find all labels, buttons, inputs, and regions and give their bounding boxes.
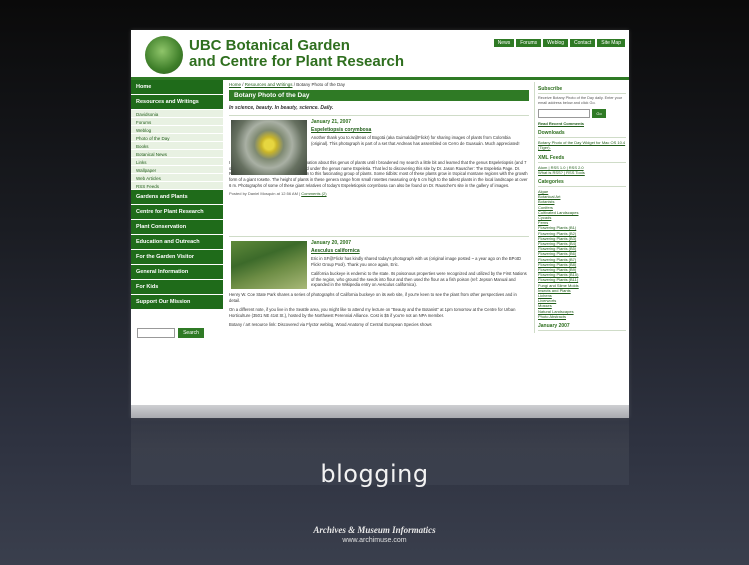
page-title: Botany Photo of the Day — [229, 90, 529, 101]
site-title-line1: UBC Botanical Garden — [189, 37, 350, 54]
top-nav: News Forums Weblog Contact Site Map — [493, 39, 625, 47]
nav-section[interactable]: Centre for Plant Research — [131, 205, 223, 219]
post-meta-text: Posted by Daniel Mosquin at 12:56 AM | — [229, 191, 301, 197]
breadcrumb: Home / Resources and Writings / Botany P… — [229, 82, 346, 87]
post-title-link[interactable]: Espeletiopsis corymbosa — [311, 127, 529, 133]
nav-section[interactable]: Support Our Mission — [131, 295, 223, 309]
blog-post: January 21, 2007 Espeletiopsis corymbosa… — [229, 115, 529, 231]
site-title-line2: and Centre for Plant Research — [189, 53, 405, 70]
post-paragraph: On a different note, if you live in the … — [229, 307, 516, 318]
nav-sub-item[interactable]: Botanical News — [131, 150, 223, 158]
nav-resources[interactable]: Resources and Writings — [131, 95, 223, 109]
blog-post: January 20, 2007 Aesculus californica Er… — [229, 236, 529, 328]
go-button[interactable]: Go — [592, 109, 606, 118]
nav-sub-item[interactable]: Books — [131, 142, 223, 150]
nav-sub-item[interactable]: Weblog — [131, 126, 223, 134]
slide-caption: blogging — [320, 460, 429, 488]
website-screenshot: UBC Botanical Garden and Centre for Plan… — [131, 30, 629, 418]
nav-section[interactable]: Plant Conservation — [131, 220, 223, 234]
topnav-forums[interactable]: Forums — [516, 39, 542, 47]
left-nav: Home Resources and Writings Davidsonia F… — [131, 80, 223, 310]
downloads-heading: Downloads — [538, 130, 626, 139]
category-link[interactable]: Photo Abstracts — [538, 314, 626, 319]
post-paragraph: Another thank you to Andreas of Bogotá (… — [311, 135, 520, 146]
topnav-contact[interactable]: Contact — [570, 39, 596, 47]
post-paragraph: Henry W. Coe State Park shares a series … — [229, 291, 517, 303]
post-paragraph: California buckeye is endemic to the sta… — [311, 271, 527, 288]
topnav-news[interactable]: News — [493, 39, 515, 47]
breadcrumb-current: Botany Photo of the Day — [296, 82, 346, 87]
main-content: Home / Resources and Writings / Botany P… — [229, 82, 529, 333]
widget-download-link[interactable]: Botany Photo of the Day Widget for Mac O… — [538, 140, 626, 150]
nav-sub-item[interactable]: Photo of the Day — [131, 134, 223, 142]
site-title: UBC Botanical Garden and Centre for Plan… — [189, 38, 404, 70]
nav-section[interactable]: Gardens and Plants — [131, 190, 223, 204]
post-meta: Posted by Daniel Mosquin at 12:56 AM | C… — [229, 191, 529, 196]
rss-info-link[interactable]: What is RSS? | RSS Tools — [538, 170, 626, 175]
nav-section[interactable]: Education and Outreach — [131, 235, 223, 249]
breadcrumb-section[interactable]: Resources and Writings — [245, 82, 293, 87]
site-header: UBC Botanical Garden and Centre for Plan… — [131, 30, 629, 80]
topnav-weblog[interactable]: Weblog — [543, 39, 569, 47]
left-search-button[interactable]: Search — [178, 328, 204, 338]
post-title-link[interactable]: Aesculus californica — [311, 248, 529, 254]
subscribe-email-input[interactable] — [538, 109, 590, 118]
nav-section[interactable]: For the Garden Visitor — [131, 250, 223, 264]
left-search-input[interactable] — [137, 328, 175, 338]
tagline: In science, beauty. In beauty, science. … — [229, 105, 334, 111]
post-photo-aesculus[interactable] — [231, 241, 307, 289]
post-paragraph: Eric in SF@Flickr has kindly shared toda… — [311, 256, 521, 267]
post-date: January 21, 2007 — [311, 119, 352, 125]
nav-sub-item[interactable]: Davidsonia — [131, 110, 223, 118]
xml-feeds-heading: XML Feeds — [538, 155, 626, 163]
nav-home[interactable]: Home — [131, 80, 223, 94]
nav-sub-item[interactable]: Wallpaper — [131, 166, 223, 174]
nav-sub-item[interactable]: RSS Feeds — [131, 182, 223, 190]
nav-sub-item[interactable]: Web Articles — [131, 174, 223, 182]
nav-section[interactable]: For Kids — [131, 280, 223, 294]
footer-url: www.archimuse.com — [342, 537, 407, 544]
post-date: January 20, 2007 — [311, 240, 352, 246]
subscribe-form: Go — [538, 109, 626, 118]
nav-sub-item[interactable]: Forums — [131, 118, 223, 126]
subscribe-heading: Subscribe — [538, 86, 626, 94]
garden-logo — [145, 36, 183, 74]
subscribe-text: Receive Botany Photo of the Day daily. E… — [538, 96, 623, 105]
archive-heading: January 2007 — [538, 323, 626, 332]
recent-comments-link[interactable]: Read Recent Comments — [538, 121, 626, 126]
post-paragraph: Botany / art resource link: Discovered v… — [229, 322, 432, 328]
topnav-sitemap[interactable]: Site Map — [597, 39, 625, 47]
categories-heading: Categories — [538, 179, 626, 188]
breadcrumb-home[interactable]: Home — [229, 82, 241, 87]
comments-link[interactable]: Comments (2) — [301, 191, 326, 196]
nav-sub-item[interactable]: Links — [131, 158, 223, 166]
nav-section[interactable]: General Information — [131, 265, 223, 279]
right-sidebar: Subscribe Receive Botany Photo of the Da… — [534, 82, 626, 334]
left-search: Search — [137, 328, 204, 338]
post-photo-espeletiopsis[interactable] — [231, 120, 307, 175]
footer-organization: Archives & Museum Informatics — [313, 525, 436, 535]
